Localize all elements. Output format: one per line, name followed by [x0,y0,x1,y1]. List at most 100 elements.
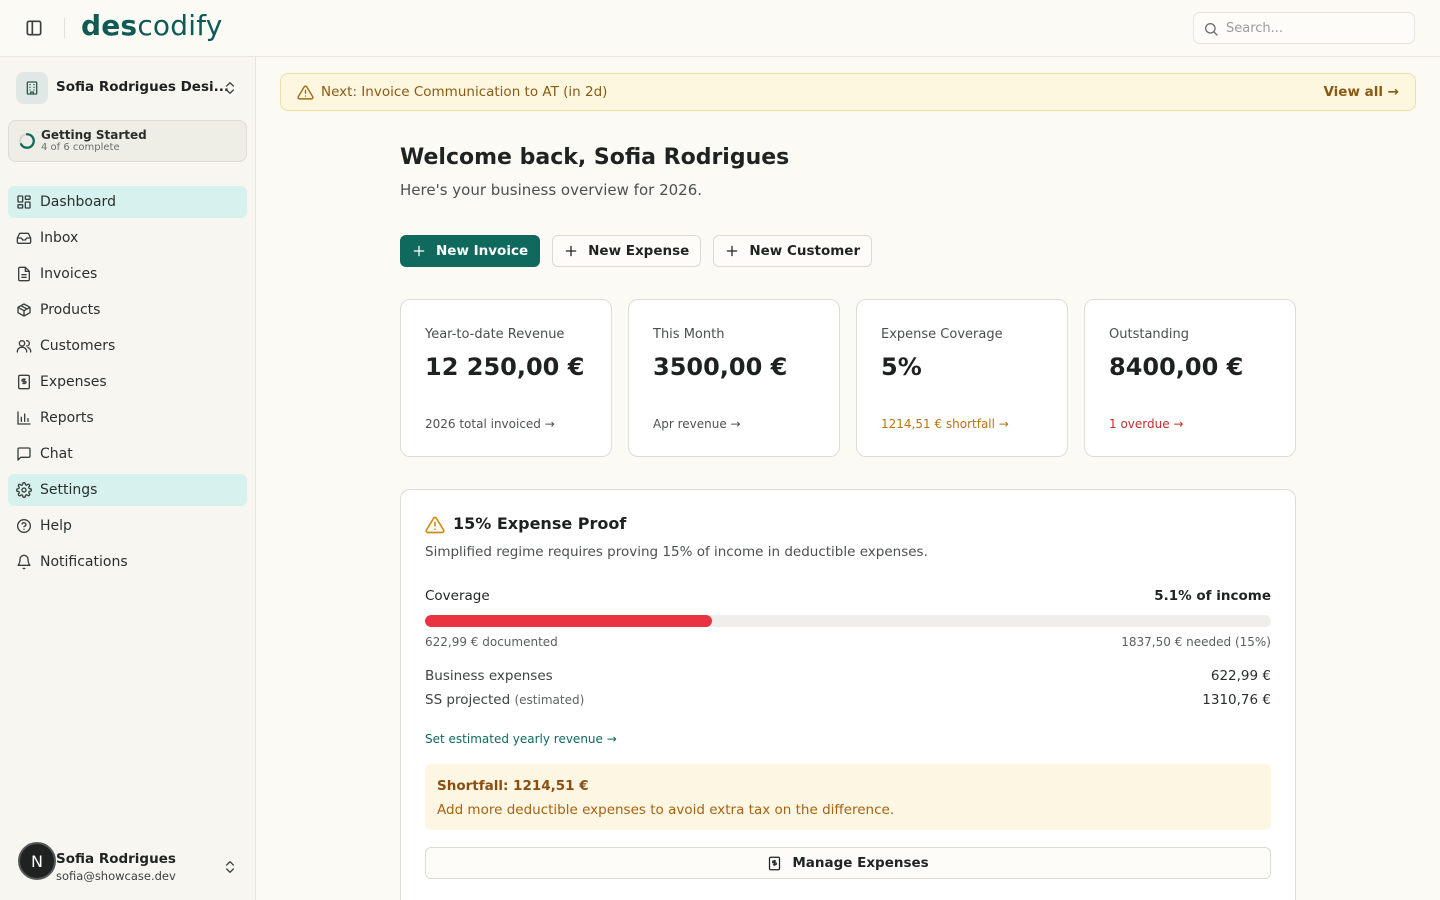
user-email: sofia@showcase.dev [56,869,176,883]
business-expenses-label: Business expenses [425,668,553,684]
users-icon [16,340,32,353]
user-menu[interactable]: N Sofia Rodrigues sofia@showcase.dev [18,842,248,883]
getting-started-card[interactable]: Getting Started 4 of 6 complete [8,120,247,162]
gear-icon [16,482,32,498]
needed-amount: 1837,50 € needed (15%) [1121,635,1271,649]
manage-expenses-label: Manage Expenses [792,855,929,871]
sidebar: Sofia Rodrigues Desi... Getting Started … [0,57,256,900]
sidebar-item-label: Dashboard [40,194,116,210]
search-box[interactable]: Search... [1193,12,1415,44]
stat-card-expense-coverage[interactable]: Expense Coverage 5% 1214,51 € shortfall … [856,299,1068,457]
sidebar-item-dashboard[interactable]: Dashboard [8,186,247,218]
sidebar-item-products[interactable]: Products [8,294,247,326]
stats-row: Year-to-date Revenue 12 250,00 € 2026 to… [400,299,1296,457]
sidebar-item-expenses[interactable]: Expenses [8,366,247,398]
sidebar-item-settings[interactable]: Settings [8,474,247,506]
chevrons-up-down-icon [226,82,234,94]
deadline-notice: Next: Invoice Communication to AT (in 2d… [280,73,1416,111]
shortfall-alert: Shortfall: 1214,51 € Add more deductible… [425,764,1271,830]
page-title: Welcome back, Sofia Rodrigues [400,145,790,170]
building-icon [16,72,48,104]
coverage-progress-bar [425,615,1271,627]
invoice-icon [18,266,30,282]
sidebar-item-label: Inbox [40,230,79,246]
bar-chart-icon [17,411,31,425]
progress-ring-icon [19,133,35,149]
plus-icon [413,245,425,257]
coverage-percent: 5.1% of income [1154,588,1271,604]
new-invoice-button[interactable]: New Invoice [400,235,541,267]
getting-started-title: Getting Started [41,128,147,142]
chat-icon [17,447,31,461]
receipt-icon [18,374,30,390]
logo-light-text: codify [137,9,223,42]
sidebar-item-chat[interactable]: Chat [8,438,247,470]
documented-amount: 622,99 € documented [425,635,558,649]
stat-link[interactable]: 2026 total invoiced → [425,417,555,431]
sidebar-item-customers[interactable]: Customers [8,330,247,362]
logo-bold-text: des [81,9,138,42]
bell-icon [17,554,31,570]
sidebar-item-reports[interactable]: Reports [8,402,247,434]
notice-text: Next: Invoice Communication to AT (in 2d… [321,84,608,100]
coverage-label: Coverage [425,588,490,604]
app-logo[interactable]: descodify [81,9,223,42]
new-invoice-label: New Invoice [436,243,529,259]
org-switcher[interactable]: Sofia Rodrigues Desi... [16,72,246,104]
warning-icon [425,516,445,534]
view-all-link[interactable]: View all → [1323,84,1399,100]
sidebar-item-label: Settings [40,482,98,498]
sidebar-item-invoices[interactable]: Invoices [8,258,247,290]
sidebar-item-notifications[interactable]: Notifications [8,546,247,578]
user-name: Sofia Rodrigues [56,851,176,867]
receipt-icon [769,856,781,870]
search-placeholder[interactable]: Search... [1226,21,1283,36]
new-customer-button[interactable]: New Customer [713,235,873,267]
panel-left-icon [26,20,42,36]
top-bar: descodify Search... [0,0,1440,57]
sidebar-item-inbox[interactable]: Inbox [8,222,247,254]
sidebar-toggle-button[interactable] [24,18,44,38]
new-customer-label: New Customer [749,243,861,259]
plus-icon [727,245,738,257]
ss-projected-note: (estimated) [514,693,585,707]
package-icon [17,303,31,317]
sidebar-item-label: Notifications [40,554,128,570]
ss-projected-text: SS projected [425,692,511,708]
stat-card-outstanding[interactable]: Outstanding 8400,00 € 1 overdue → [1084,299,1296,457]
set-revenue-link[interactable]: Set estimated yearly revenue → [425,732,617,746]
ss-projected-value: 1310,76 € [1202,692,1271,708]
stat-card-ytd-revenue[interactable]: Year-to-date Revenue 12 250,00 € 2026 to… [400,299,612,457]
stat-link[interactable]: 1214,51 € shortfall → [881,417,1009,431]
stat-link[interactable]: Apr revenue → [653,417,741,431]
quick-actions: New Invoice New Expense New Customer [400,235,873,267]
help-icon [17,519,31,533]
sidebar-item-label: Reports [40,410,94,426]
stat-card-this-month[interactable]: This Month 3500,00 € Apr revenue → [628,299,840,457]
stat-label: Year-to-date Revenue [425,327,565,342]
logo-divider [64,18,65,38]
stat-value: 3500,00 € [653,353,788,381]
plus-icon [565,245,577,257]
sidebar-item-label: Products [40,302,101,318]
sidebar-item-label: Help [40,518,72,534]
sidebar-item-help[interactable]: Help [8,510,247,542]
stat-value: 12 250,00 € [425,353,585,381]
shortfall-text: Add more deductible expenses to avoid ex… [437,802,895,818]
stat-label: Outstanding [1109,327,1189,342]
manage-expenses-button[interactable]: Manage Expenses [425,847,1271,879]
expense-proof-card: 15% Expense Proof Simplified regime requ… [400,489,1296,900]
org-name: Sofia Rodrigues Desi... [56,79,230,95]
stat-label: This Month [653,327,725,342]
chevrons-up-down-icon [226,861,234,873]
stat-link[interactable]: 1 overdue → [1109,417,1183,431]
page-subtitle: Here's your business overview for 2026. [400,181,703,199]
inbox-icon [16,232,32,244]
business-expenses-value: 622,99 € [1210,668,1271,684]
coverage-progress-fill [425,615,712,627]
stat-value: 5% [881,353,922,381]
sidebar-item-label: Expenses [40,374,107,390]
new-expense-button[interactable]: New Expense [552,235,702,267]
sidebar-item-label: Chat [40,446,73,462]
stat-value: 8400,00 € [1109,353,1244,381]
